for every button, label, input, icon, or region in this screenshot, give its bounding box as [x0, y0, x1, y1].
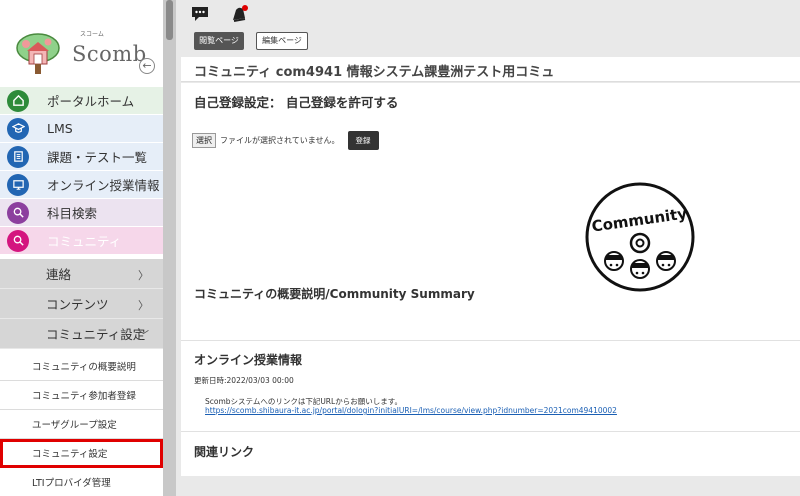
logo-subtext: スコーム	[80, 31, 104, 38]
tab-view-page[interactable]: 閲覧ページ	[194, 32, 244, 50]
sub-nav-label: 連絡	[46, 267, 72, 282]
top-bar	[176, 0, 800, 27]
community-content: 自己登録設定： 自己登録を許可する 選択 ファイルが選択されていません。 登録 …	[181, 83, 800, 476]
home-icon	[7, 89, 29, 112]
menu-item-label: LTIプロバイダ管理	[32, 478, 111, 489]
page-title: コミュニティ com4941 情報システム課豊洲テスト用コミュ	[194, 65, 555, 80]
chat-bubble-icon[interactable]	[189, 4, 211, 24]
summary-heading: コミュニティの概要説明/Community Summary	[194, 287, 475, 301]
community-image: Community	[584, 181, 696, 293]
sidebar-item-assignments[interactable]: 課題・テスト一覧	[0, 143, 163, 171]
menu-item-community-summary[interactable]: コミュニティの概要説明	[0, 352, 163, 381]
menu-item-user-group-settings[interactable]: ユーザグループ設定	[0, 410, 163, 439]
chevron-right-icon: 〉	[138, 269, 149, 282]
monitor-icon	[7, 173, 29, 196]
menu-item-label: コミュニティの概要説明	[32, 362, 136, 373]
chevron-right-icon: 〉	[138, 299, 149, 312]
menu-item-participant-registration[interactable]: コミュニティ参加者登録	[0, 381, 163, 410]
register-button[interactable]: 登録	[347, 131, 379, 150]
sidebar-item-community[interactable]: コミュニティ	[0, 227, 163, 255]
menu-item-label: コミュニティ設定	[32, 449, 108, 460]
file-status-text: ファイルが選択されていません。	[220, 136, 340, 145]
sidebar-item-course-search[interactable]: 科目検索	[0, 199, 163, 227]
section-divider	[181, 340, 800, 341]
menu-item-lti-provider[interactable]: LTIプロバイダ管理	[0, 468, 163, 496]
sub-nav-item-community-settings[interactable]: コミュニティ設定 ﹀	[0, 319, 163, 349]
online-class-link[interactable]: https://scomb.shibaura-it.ac.jp/portal/d…	[205, 406, 617, 415]
updated-timestamp: 更新日時:2022/03/03 00:00	[194, 376, 294, 385]
sidebar-item-lms[interactable]: LMS	[0, 115, 163, 143]
menu-item-label: ユーザグループ設定	[32, 420, 117, 431]
file-upload-row: 選択 ファイルが選択されていません。 登録	[192, 131, 379, 150]
section-divider	[181, 431, 800, 432]
logo-text: Scomb	[72, 42, 147, 66]
sidebar-item-portal-home[interactable]: ポータルホーム	[0, 87, 163, 115]
menu-item-community-settings[interactable]: コミュニティ設定	[0, 439, 163, 468]
community-settings-menu: コミュニティの概要説明 コミュニティ参加者登録 ユーザグループ設定 コミュニティ…	[0, 352, 163, 496]
sub-nav-label: コミュニティ設定	[46, 327, 146, 342]
sidebar-item-label: LMS	[47, 121, 73, 136]
graduation-cap-icon	[7, 117, 29, 140]
chevron-down-icon: ﹀	[138, 329, 149, 342]
document-list-icon	[7, 145, 29, 168]
sidebar-scrollbar[interactable]	[163, 0, 176, 496]
file-select-button[interactable]: 選択	[192, 133, 216, 148]
sidebar-item-label: コミュニティ	[47, 234, 122, 249]
community-sub-nav: 連絡 〉 コンテンツ 〉 コミュニティ設定 ﹀	[0, 259, 163, 349]
sidebar: スコーム Scomb ← ポータルホーム LMS 課題・テスト一覧 オンライン授…	[0, 0, 163, 496]
online-class-heading: オンライン授業情報	[194, 353, 303, 367]
magnifier-icon	[7, 229, 29, 252]
related-links-heading: 関連リンク	[194, 445, 255, 459]
bottom-bar	[176, 476, 800, 496]
self-registration-setting: 自己登録設定： 自己登録を許可する	[194, 95, 399, 110]
main-nav: ポータルホーム LMS 課題・テスト一覧 オンライン授業情報 科目検索 コミュニ…	[0, 87, 163, 255]
sidebar-item-label: 課題・テスト一覧	[47, 150, 148, 165]
scomb-logo[interactable]: スコーム Scomb	[14, 28, 149, 84]
main-content: 閲覧ページ 編集ページ コミュニティ com4941 情報システム課豊洲テスト用…	[176, 27, 800, 496]
community-logo-icon: Community	[585, 182, 695, 292]
scrollbar-thumb[interactable]	[166, 0, 173, 40]
sidebar-item-online-classes[interactable]: オンライン授業情報	[0, 171, 163, 199]
sidebar-item-label: 科目検索	[47, 206, 98, 221]
page-mode-tabs: 閲覧ページ 編集ページ	[176, 27, 800, 57]
tab-edit-page[interactable]: 編集ページ	[256, 32, 308, 50]
sidebar-collapse-button[interactable]: ←	[139, 58, 155, 74]
magnifier-icon	[7, 201, 29, 224]
sub-nav-item-contents[interactable]: コンテンツ 〉	[0, 289, 163, 319]
sub-nav-item-contact[interactable]: 連絡 〉	[0, 259, 163, 289]
page-title-bar: コミュニティ com4941 情報システム課豊洲テスト用コミュ	[181, 57, 800, 82]
menu-item-label: コミュニティ参加者登録	[32, 391, 136, 402]
sidebar-item-label: ポータルホーム	[47, 94, 135, 109]
bell-icon[interactable]	[228, 4, 250, 24]
tree-house-logo-icon	[16, 33, 60, 74]
sub-nav-label: コンテンツ	[46, 297, 109, 312]
circle-left-arrow-icon: ←	[142, 59, 152, 72]
sidebar-item-label: オンライン授業情報	[47, 178, 160, 193]
